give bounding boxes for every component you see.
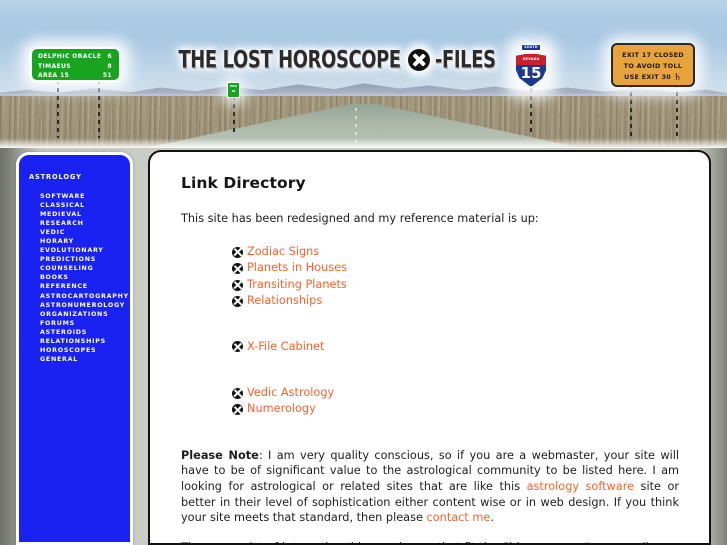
page-title: Link Directory: [181, 174, 306, 192]
orange-construction-sign: EXIT 17 CLOSED TO AVOID TOLL USE EXIT 30…: [611, 43, 695, 87]
list-item: Planets in Houses: [232, 260, 679, 276]
list-item: Relationships: [232, 293, 679, 309]
list-item: Numerology: [232, 401, 679, 417]
list-item: Vedic Astrology: [232, 385, 679, 401]
green-sign-distance: 6: [107, 53, 112, 60]
wordmark-right-text: -FILES: [435, 46, 496, 74]
please-note-label: Please Note: [181, 448, 259, 462]
link-group-secondary: Vedic Astrology Numerology: [181, 385, 679, 418]
orange-sign-line2: TO AVOID TOLL: [623, 62, 683, 70]
page-root: DELPHIC ORACLE 6 TIMAEUS 8 AREA 15 51 TH…: [0, 0, 727, 545]
sidebar-item-evolutionary[interactable]: EVOLUTIONARY: [19, 246, 130, 255]
link-zodiac-signs[interactable]: Zodiac Signs: [247, 244, 319, 260]
mile-marker-line2: 88: [231, 89, 236, 93]
link-numerology[interactable]: Numerology: [247, 401, 316, 417]
x-bullet-icon: [232, 404, 243, 416]
sidebar-heading: ASTROLOGY: [29, 173, 82, 181]
x-bullet-icon: [232, 279, 243, 291]
green-sign-row: DELPHIC ORACLE 6: [38, 52, 114, 62]
please-note-paragraph: Please Note: I am very quality conscious…: [181, 448, 679, 526]
wordmark-left-text: THE LOST HOROSCOPE: [178, 46, 402, 74]
green-sign-place: AREA 15: [38, 72, 70, 80]
x-bullet-icon: [232, 341, 243, 353]
green-sign-row: TIMAEUS 8: [38, 62, 114, 72]
link-x-file-cabinet[interactable]: X-File Cabinet: [247, 339, 324, 355]
sidebar-item-software[interactable]: SOFTWARE: [19, 192, 130, 201]
link-contact-me[interactable]: contact me: [427, 511, 491, 524]
shield-route-number: 15: [520, 64, 542, 82]
sidebar-item-astronumerology[interactable]: ASTRONUMEROLOGY: [19, 301, 130, 310]
site-wordmark: THE LOST HOROSCOPE -FILES: [178, 45, 497, 75]
sidebar-item-reference[interactable]: REFERENCE: [19, 282, 130, 291]
sidebar-item-relationships[interactable]: RELATIONSHIPS: [19, 337, 130, 346]
list-item: X-File Cabinet: [232, 339, 679, 355]
green-sign-place: TIMAEUS: [38, 62, 72, 70]
list-item: Zodiac Signs: [232, 244, 679, 260]
sidebar-item-research[interactable]: RESEARCH: [19, 219, 130, 228]
orange-sign-line3-wrap: USE EXIT 30 ♄: [613, 72, 693, 84]
please-note-text-c: .: [490, 511, 494, 525]
mile-marker-sign: MILE 88: [227, 82, 240, 98]
orange-sign-line3: USE EXIT 30: [624, 73, 671, 81]
list-item: Transiting Planets: [232, 277, 679, 293]
sidebar-item-horary[interactable]: HORARY: [19, 237, 130, 246]
x-bullet-icon: [232, 387, 243, 399]
link-transiting-planets[interactable]: Transiting Planets: [247, 277, 347, 293]
sidebar-item-general[interactable]: GENERAL: [19, 355, 130, 364]
x-bullet-icon: [232, 263, 243, 275]
orange-sign-line1: EXIT 17 CLOSED: [622, 51, 684, 59]
sidebar-item-classical[interactable]: CLASSICAL: [19, 201, 130, 210]
shield-direction-plate: SOUTH: [521, 44, 541, 51]
sidebar-item-medieval[interactable]: MEDIEVAL: [19, 210, 130, 219]
saturn-icon: ♄: [673, 73, 682, 83]
x-circle-icon: [408, 49, 431, 71]
sidebar-item-astrocartography[interactable]: ASTROCARTOGRAPHY: [19, 292, 130, 301]
sidebar-item-counseling[interactable]: COUNSELING: [19, 264, 130, 273]
intro-paragraph: This site has been redesigned and my ref…: [181, 212, 539, 225]
green-exit-sign: DELPHIC ORACLE 6 TIMAEUS 8 AREA 15 51: [30, 47, 121, 82]
x-bullet-icon: [232, 295, 243, 307]
green-sign-distance: 51: [102, 72, 112, 80]
header-banner: DELPHIC ORACLE 6 TIMAEUS 8 AREA 15 51 TH…: [0, 0, 727, 148]
link-group-primary: Zodiac Signs Planets in Houses Transitin…: [181, 244, 679, 310]
link-astrology-software[interactable]: astrology software: [527, 480, 634, 493]
sidebar-item-forums[interactable]: FORUMS: [19, 319, 130, 328]
interstate-shield-sign: SOUTH NEVADA 15: [513, 44, 549, 92]
x-bullet-icon: [232, 246, 243, 258]
sidebar-item-organizations[interactable]: ORGANIZATIONS: [19, 310, 130, 319]
green-sign-place: DELPHIC ORACLE: [38, 53, 102, 60]
link-relationships[interactable]: Relationships: [247, 293, 322, 309]
banner-fade: [0, 138, 727, 148]
link-planets-in-houses[interactable]: Planets in Houses: [247, 260, 347, 276]
sidebar-nav: ASTROLOGY SOFTWARE CLASSICAL MEDIEVAL RE…: [16, 152, 133, 545]
main-content-panel: Link Directory This site has been redesi…: [148, 150, 711, 545]
sidebar-item-vedic[interactable]: VEDIC: [19, 228, 130, 237]
sidebar-item-horoscopes[interactable]: HOROSCOPES: [19, 346, 130, 355]
second-paragraph: There are a lot of interesting things go…: [181, 540, 679, 543]
link-group-cabinet: X-File Cabinet: [181, 339, 679, 355]
sidebar-list: SOFTWARE CLASSICAL MEDIEVAL RESEARCH VED…: [19, 192, 130, 364]
sidebar-item-predictions[interactable]: PREDICTIONS: [19, 255, 130, 264]
link-vedic-astrology[interactable]: Vedic Astrology: [247, 385, 334, 401]
sidebar-item-asteroids[interactable]: ASTEROIDS: [19, 328, 130, 337]
sidebar-item-books[interactable]: BOOKS: [19, 273, 130, 282]
shield-body: NEVADA 15: [515, 53, 547, 87]
green-sign-distance: 8: [107, 62, 112, 70]
green-sign-row: AREA 15 51: [38, 71, 114, 81]
